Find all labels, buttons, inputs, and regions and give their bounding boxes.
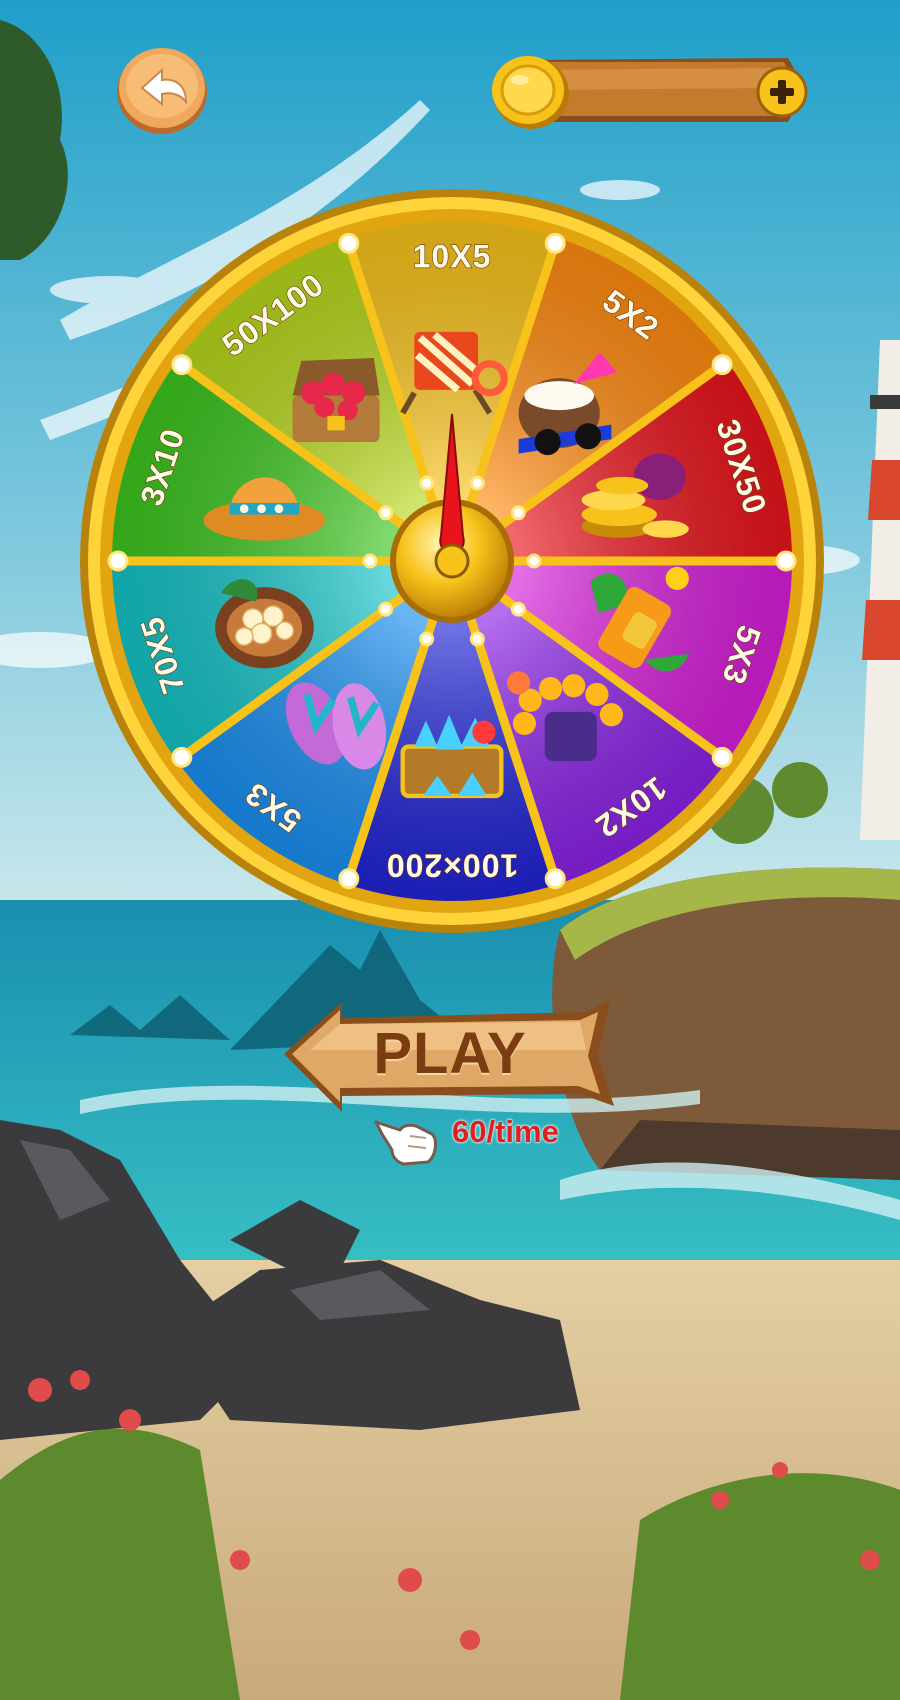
wheel-light-bulb [378,601,394,617]
treasure-chest-icon [292,357,380,443]
wheel-light-bulb [419,475,435,491]
wheel-light-bulb [419,631,435,647]
wheel-light-bulb [338,232,360,254]
back-arrow-icon [117,48,207,134]
wheel-light-bulb [544,232,566,254]
gold-coin-icon [492,56,569,129]
back-button[interactable] [114,44,210,136]
wheel-light-bulb [775,550,797,572]
wheel-segment-label: 10X5 [413,238,492,274]
play-button[interactable]: PLAY [280,990,620,1120]
add-coins-button[interactable] [754,64,810,120]
coin-balance-bar [488,44,822,136]
spin-cost-label: 60/time [452,1114,559,1149]
wheel-light-bulb [469,631,485,647]
pointing-hand-icon [374,1120,437,1166]
wheel-light-bulb [544,868,566,890]
play-label: PLAY [373,1021,527,1086]
coin-balance-value [584,74,744,104]
wheel-light-bulb [711,354,733,376]
wheel-light-bulb [510,601,526,617]
wheel-light-bulb [510,505,526,521]
wheel-light-bulb [171,746,193,768]
prize-wheel[interactable]: 10X5 5X2 30X50 5X3 10X2 100×200 5X3 70X5 3X10 50X… [77,186,827,936]
wheel-light-bulb [362,553,378,569]
wheel-light-bulb [107,550,129,572]
wheel-light-bulb [378,505,394,521]
wheel-light-bulb [469,475,485,491]
prize-wheel-graphic: 10X55X230X505X310X2100×2005X370X53X1050X… [80,189,824,933]
wheel-segment-label: 100×200 [386,848,518,884]
wheel-light-bulb [338,868,360,890]
wheel-light-bulb [526,553,542,569]
wheel-light-bulb [171,354,193,376]
wheel-light-bulb [711,746,733,768]
plus-icon [756,66,808,118]
